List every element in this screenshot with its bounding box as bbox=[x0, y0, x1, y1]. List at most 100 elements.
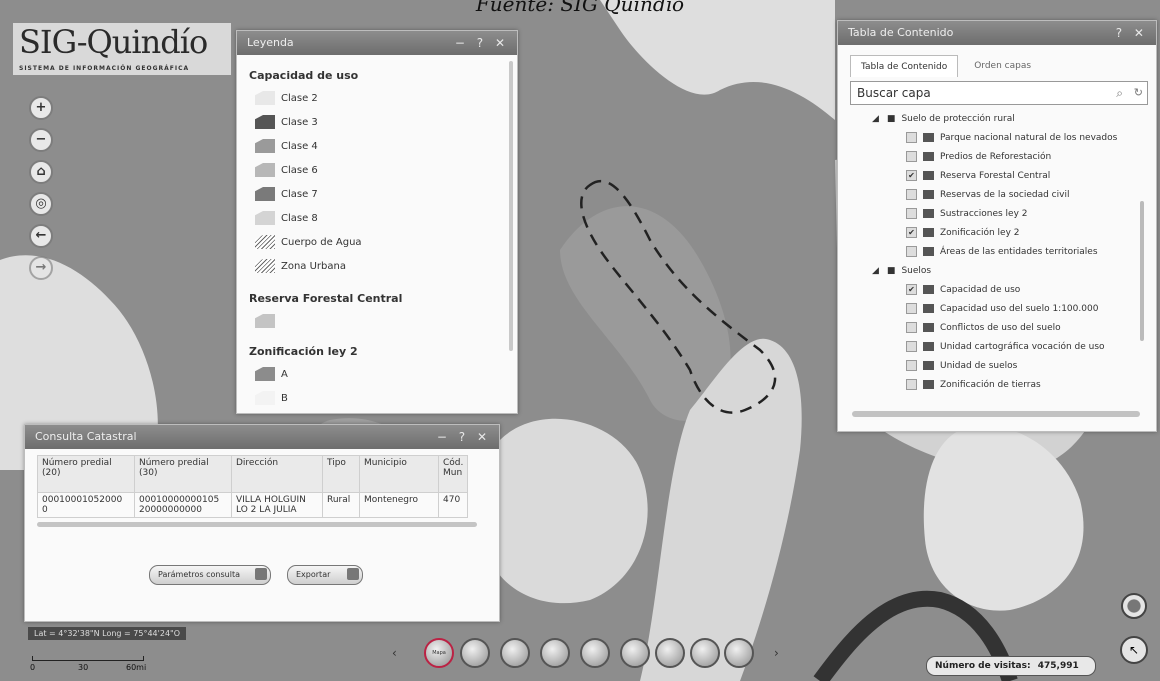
tree-group-suelo-proteccion[interactable]: ◢ ■ Suelo de protección rural bbox=[872, 109, 1142, 128]
layer-item[interactable]: Sustracciones ley 2 bbox=[906, 204, 1142, 223]
search-icon[interactable]: ⌕ bbox=[1110, 82, 1123, 104]
collapse-icon[interactable]: ◢ bbox=[872, 114, 879, 124]
tree-group-suelos[interactable]: ◢ ■ Suelos bbox=[872, 261, 1142, 280]
scale-label: 0 bbox=[30, 663, 36, 672]
layer-search-input[interactable]: Buscar capa ⌕ ↻ bbox=[850, 81, 1148, 105]
tool-basemap-button[interactable] bbox=[500, 638, 530, 668]
column-header[interactable]: Municipio bbox=[359, 455, 439, 493]
column-header[interactable]: Tipo bbox=[322, 455, 360, 493]
exportar-button[interactable]: Exportar bbox=[287, 565, 363, 585]
legend-item-label: Clase 3 bbox=[281, 116, 318, 128]
toc-titlebar[interactable]: Tabla de Contenido ? ✕ bbox=[838, 21, 1156, 45]
layer-icon bbox=[923, 323, 934, 332]
legend-section-title: Zonificación ley 2 bbox=[249, 345, 358, 358]
layer-item[interactable]: Unidad cartográfica vocación de uso bbox=[906, 337, 1142, 356]
locate-button[interactable]: ◎ bbox=[29, 192, 53, 216]
layer-checkbox[interactable] bbox=[906, 189, 917, 200]
parametros-consulta-button[interactable]: Parámetros consulta bbox=[149, 565, 271, 585]
layer-checkbox[interactable]: ✔ bbox=[906, 284, 917, 295]
tree-group-label: Suelo de protección rural bbox=[901, 113, 1015, 124]
tool-draw-button[interactable] bbox=[580, 638, 610, 668]
scale-label: 60mi bbox=[126, 663, 147, 672]
layer-checkbox[interactable] bbox=[906, 379, 917, 390]
layer-item[interactable]: Reservas de la sociedad civil bbox=[906, 185, 1142, 204]
tool-cursor-icon[interactable]: ↖ bbox=[1120, 636, 1148, 664]
layer-item[interactable]: ✔ Reserva Forestal Central bbox=[906, 166, 1142, 185]
toolbar-prev-icon[interactable]: ‹ bbox=[392, 646, 397, 660]
layer-checkbox[interactable] bbox=[906, 246, 917, 257]
layer-checkbox[interactable] bbox=[906, 208, 917, 219]
search-placeholder: Buscar capa bbox=[857, 86, 931, 100]
tab-orden-capas[interactable]: Orden capas bbox=[964, 55, 1041, 77]
legend-item: Clase 4 bbox=[255, 134, 517, 158]
layer-item[interactable]: Predios de Reforestación bbox=[906, 147, 1142, 166]
layer-checkbox[interactable] bbox=[906, 151, 917, 162]
layer-checkbox[interactable] bbox=[906, 322, 917, 333]
table-row[interactable]: 00010001052000 0 00010000000105 20000000… bbox=[37, 492, 469, 518]
toc-horizontal-scrollbar[interactable] bbox=[852, 411, 1140, 417]
layer-item[interactable]: ✔ Zonificación ley 2 bbox=[906, 223, 1142, 242]
collapse-icon[interactable]: ◢ bbox=[872, 266, 879, 276]
tool-identify-button[interactable] bbox=[655, 638, 685, 668]
toc-vertical-scrollbar[interactable] bbox=[1140, 201, 1144, 341]
home-button[interactable]: ⌂ bbox=[29, 160, 53, 184]
tree-group-items: Parque nacional natural de los nevados Pr… bbox=[872, 128, 1142, 261]
table-cell: 00010000000105 20000000000 bbox=[134, 492, 232, 518]
tool-measure-button[interactable] bbox=[540, 638, 570, 668]
layer-item[interactable]: Parque nacional natural de los nevados bbox=[906, 128, 1142, 147]
overview-map-button[interactable] bbox=[1121, 593, 1147, 619]
layer-item[interactable]: Zonificación de tierras bbox=[906, 375, 1142, 394]
layer-item[interactable]: ✔ Capacidad de uso bbox=[906, 280, 1142, 299]
tool-coordinates-button[interactable] bbox=[620, 638, 650, 668]
layer-checkbox[interactable] bbox=[906, 360, 917, 371]
layer-checkbox[interactable]: ✔ bbox=[906, 170, 917, 181]
layer-item[interactable]: Áreas de las entidades territoriales bbox=[906, 242, 1142, 261]
legend-item: Clase 2 bbox=[255, 86, 517, 110]
column-header[interactable]: Número predial (20) bbox=[37, 455, 135, 493]
toc-window-controls[interactable]: ? ✕ bbox=[1116, 21, 1148, 45]
layer-icon bbox=[923, 380, 934, 389]
layer-checkbox[interactable] bbox=[906, 341, 917, 352]
legend-item-label: Cuerpo de Agua bbox=[281, 236, 362, 248]
layer-checkbox[interactable]: ✔ bbox=[906, 227, 917, 238]
tool-table-button[interactable] bbox=[724, 638, 754, 668]
legend-scrollbar[interactable] bbox=[509, 61, 513, 351]
legend-item: Clase 7 bbox=[255, 182, 517, 206]
layer-checkbox[interactable] bbox=[906, 303, 917, 314]
layer-tree: ◢ ■ Suelo de protección rural Parque nacio… bbox=[872, 109, 1142, 394]
tool-layers-button[interactable] bbox=[460, 638, 490, 668]
table-scrollbar[interactable] bbox=[37, 522, 477, 527]
layer-checkbox[interactable] bbox=[906, 132, 917, 143]
catastral-panel: Consulta Catastral − ? ✕ Número predial … bbox=[24, 424, 500, 622]
zoom-in-button[interactable]: + bbox=[29, 96, 53, 120]
layer-label: Parque nacional natural de los nevados bbox=[940, 132, 1118, 143]
layer-item[interactable]: Unidad de suelos bbox=[906, 356, 1142, 375]
catastral-window-controls[interactable]: − ? ✕ bbox=[437, 425, 491, 449]
visits-value: 475,991 bbox=[1037, 661, 1079, 671]
folder-icon: ■ bbox=[886, 265, 896, 276]
map-canvas[interactable]: Fuente: SIG Quindío SIG-Quindío SISTEMA … bbox=[0, 0, 1160, 681]
logo-title: SIG-Quindío bbox=[19, 23, 208, 61]
layer-item[interactable]: Conflictos de uso del suelo bbox=[906, 318, 1142, 337]
legend-titlebar[interactable]: Leyenda − ? ✕ bbox=[237, 31, 517, 55]
column-header[interactable]: Dirección bbox=[231, 455, 323, 493]
legend-item: Cuerpo de Agua bbox=[255, 230, 517, 254]
catastral-titlebar[interactable]: Consulta Catastral − ? ✕ bbox=[25, 425, 499, 449]
back-button[interactable]: ← bbox=[29, 224, 53, 248]
zoom-out-button[interactable]: − bbox=[29, 128, 53, 152]
tool-print-button[interactable] bbox=[690, 638, 720, 668]
legend-item: Clase 3 bbox=[255, 110, 517, 134]
column-header[interactable]: Número predial (30) bbox=[134, 455, 232, 493]
refresh-icon[interactable]: ↻ bbox=[1128, 82, 1143, 104]
toolbar-next-icon[interactable]: › bbox=[774, 646, 779, 660]
layer-icon bbox=[923, 171, 934, 180]
legend-swatch bbox=[255, 259, 275, 273]
tab-tabla-de-contenido[interactable]: Tabla de Contenido bbox=[850, 55, 959, 77]
forward-button[interactable]: → bbox=[29, 256, 53, 280]
tool-mapa-button[interactable]: Mapa bbox=[424, 638, 454, 668]
legend-item-label: B bbox=[281, 392, 288, 404]
legend-body: Capacidad de uso Clase 2 Clase 3 Clase 4… bbox=[237, 55, 517, 410]
legend-window-controls[interactable]: − ? ✕ bbox=[455, 31, 509, 55]
column-header[interactable]: Cód. Mun bbox=[437, 455, 469, 493]
layer-item[interactable]: Capacidad uso del suelo 1:100.000 bbox=[906, 299, 1142, 318]
